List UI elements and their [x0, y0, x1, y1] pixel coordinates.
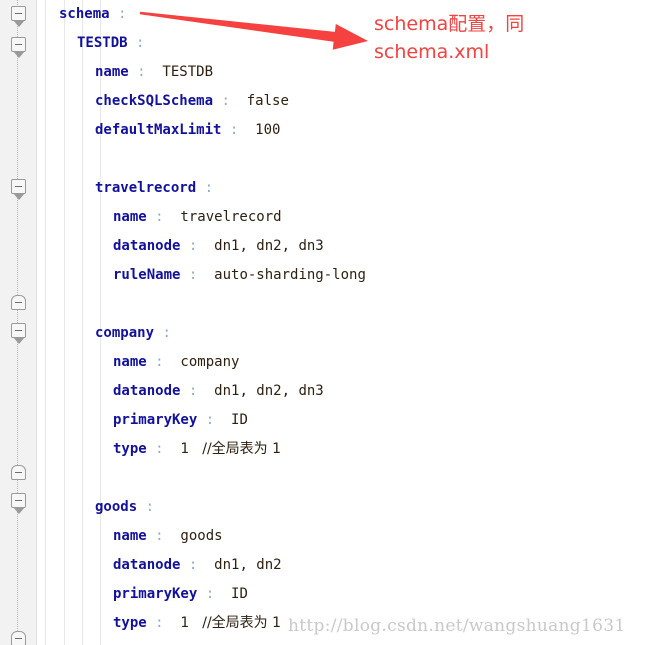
yaml-colon: :	[180, 557, 198, 573]
yaml-colon: :	[213, 93, 230, 109]
editor-screenshot: schema : TESTDB : name : TESTDB checkSQLSch…	[0, 0, 647, 645]
yaml-colon: :	[146, 209, 164, 225]
fold-toggle-icon[interactable]	[11, 493, 26, 514]
yaml-key: name	[95, 64, 129, 80]
yaml-value: goods	[163, 528, 223, 544]
yaml-value: ID	[214, 412, 248, 428]
yaml-key: defaultMaxLimit	[95, 122, 222, 138]
yaml-colon: :	[146, 354, 164, 370]
yaml-key: datanode	[113, 383, 181, 399]
yaml-comment: //全局表为 1	[188, 615, 282, 631]
fold-toggle-icon[interactable]	[11, 37, 26, 58]
fold-toggle-icon[interactable]	[11, 323, 26, 344]
yaml-key: name	[113, 209, 147, 225]
yaml-key: name	[113, 354, 147, 370]
code-line: name : goods	[37, 522, 647, 551]
yaml-value: company	[163, 354, 240, 370]
yaml-key: ruleName	[113, 267, 181, 283]
yaml-colon: :	[221, 122, 239, 138]
yaml-key: datanode	[113, 557, 181, 573]
yaml-value: dn1, dn2, dn3	[197, 383, 324, 399]
code-line: primaryKey : ID	[37, 406, 647, 435]
fold-toggle-icon[interactable]	[11, 295, 26, 310]
code-line: checkSQLSchema : false	[37, 87, 647, 116]
yaml-value: false	[229, 93, 289, 109]
yaml-key: goods	[95, 499, 138, 515]
yaml-colon: :	[154, 325, 171, 341]
yaml-colon: :	[180, 238, 198, 254]
yaml-key: checkSQLSchema	[95, 93, 214, 109]
yaml-colon: :	[146, 441, 164, 457]
code-line: travelrecord :	[37, 174, 647, 203]
yaml-colon: :	[180, 267, 198, 283]
yaml-key: travelrecord	[95, 180, 197, 196]
watermark: http://blog.csdn.net/wangshuang1631	[288, 616, 626, 636]
yaml-colon: :	[146, 528, 164, 544]
yaml-key: TESTDB	[77, 35, 128, 51]
yaml-colon: :	[146, 615, 164, 631]
yaml-key: schema	[59, 6, 110, 22]
yaml-key: datanode	[113, 238, 181, 254]
fold-toggle-icon[interactable]	[11, 6, 26, 27]
yaml-colon: :	[196, 180, 214, 196]
code-line: name : travelrecord	[37, 203, 647, 232]
yaml-value: 1	[163, 441, 189, 457]
code-line: primaryKey : ID	[37, 580, 647, 609]
yaml-value: dn1, dn2	[197, 557, 282, 573]
yaml-colon: :	[180, 383, 198, 399]
yaml-key: type	[113, 441, 147, 457]
yaml-colon: :	[109, 6, 127, 22]
code-line: datanode : dn1, dn2	[37, 551, 647, 580]
yaml-value: travelrecord	[163, 209, 282, 225]
yaml-colon: :	[197, 412, 215, 428]
yaml-key: primaryKey	[113, 586, 198, 602]
yaml-key: primaryKey	[113, 412, 198, 428]
fold-toggle-icon[interactable]	[11, 465, 26, 480]
code-line: ruleName : auto-sharding-long	[37, 261, 647, 290]
yaml-comment: //全局表为 1	[188, 441, 282, 457]
yaml-key: company	[95, 325, 155, 341]
code-line: goods :	[37, 493, 647, 522]
code-line: datanode : dn1, dn2, dn3	[37, 232, 647, 261]
code-folding-gutter	[0, 0, 37, 645]
code-line: type : 1 //全局表为 1	[37, 435, 647, 464]
code-line-list: schema : TESTDB : name : TESTDB checkSQLSch…	[37, 0, 647, 638]
yaml-colon: :	[197, 586, 215, 602]
yaml-key: name	[113, 528, 147, 544]
code-line: datanode : dn1, dn2, dn3	[37, 377, 647, 406]
yaml-value: 100	[238, 122, 281, 138]
fold-toggle-icon[interactable]	[11, 631, 26, 645]
code-line: company :	[37, 319, 647, 348]
code-line: name : company	[37, 348, 647, 377]
yaml-value: TESTDB	[145, 64, 214, 80]
yaml-value: ID	[214, 586, 248, 602]
annotation-text: schema配置，同 schema.xml	[374, 13, 525, 63]
code-area[interactable]: schema : TESTDB : name : TESTDB checkSQLSch…	[37, 0, 647, 645]
yaml-value: dn1, dn2, dn3	[197, 238, 324, 254]
fold-toggle-icon[interactable]	[11, 179, 26, 200]
yaml-colon: :	[127, 35, 145, 51]
yaml-value: 1	[163, 615, 189, 631]
yaml-colon: :	[128, 64, 146, 80]
yaml-value: auto-sharding-long	[197, 267, 366, 283]
yaml-colon: :	[137, 499, 155, 515]
yaml-key: type	[113, 615, 147, 631]
code-line: defaultMaxLimit : 100	[37, 116, 647, 145]
